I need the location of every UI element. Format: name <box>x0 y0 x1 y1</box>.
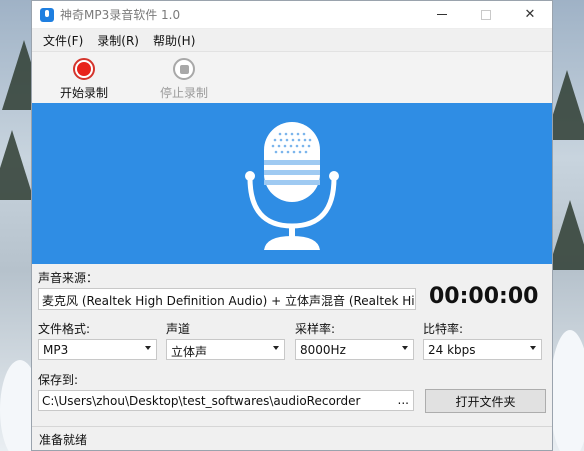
title-bar[interactable]: 神奇MP3录音软件 1.0 ✕ <box>32 1 552 29</box>
bitrate-select[interactable]: 24 kbps <box>423 339 542 360</box>
minimize-button[interactable] <box>420 1 464 29</box>
stop-icon <box>173 58 195 80</box>
menu-file[interactable]: 文件(F) <box>36 32 90 49</box>
status-bar: 准备就绪 <box>32 426 552 450</box>
format-select[interactable]: MP3 <box>38 339 157 360</box>
window-title: 神奇MP3录音软件 1.0 <box>60 8 181 22</box>
open-folder-button[interactable]: 打开文件夹 <box>425 389 546 413</box>
menu-bar: 文件(F) 录制(R) 帮助(H) <box>32 29 552 51</box>
chevron-down-icon <box>273 346 279 350</box>
status-text: 准备就绪 <box>39 433 88 447</box>
menu-record[interactable]: 录制(R) <box>90 32 146 49</box>
start-record-label: 开始录制 <box>59 86 108 100</box>
maximize-button[interactable] <box>464 1 508 29</box>
microphone-banner <box>32 103 552 264</box>
start-record-button[interactable]: 开始录制 <box>46 52 122 101</box>
source-field[interactable]: 麦克风 (Realtek High Definition Audio) + 立体… <box>38 288 416 310</box>
close-button[interactable]: ✕ <box>508 1 552 29</box>
source-label: 声音来源： <box>38 271 99 285</box>
saveto-label: 保存到: <box>38 373 79 387</box>
channel-select[interactable]: 立体声 <box>166 339 285 360</box>
window-controls: ✕ <box>420 1 552 29</box>
saveto-path-field[interactable]: C:\Users\zhou\Desktop\test_softwares\aud… <box>38 390 414 411</box>
microphone-icon <box>245 121 339 250</box>
tree-decoration <box>0 130 34 200</box>
chevron-down-icon <box>402 346 408 350</box>
browse-button[interactable]: ... <box>398 393 409 407</box>
stop-record-button[interactable]: 停止录制 <box>146 52 222 101</box>
settings-panel: 声音来源： 麦克风 (Realtek High Definition Audio… <box>32 264 552 424</box>
chevron-down-icon <box>530 346 536 350</box>
app-icon <box>40 7 54 22</box>
menu-help[interactable]: 帮助(H) <box>146 32 202 49</box>
minimize-icon <box>437 14 447 15</box>
record-timer: 00:00:00 <box>429 284 539 309</box>
stop-record-label: 停止录制 <box>159 86 208 100</box>
bitrate-value: 24 kbps <box>428 343 476 357</box>
samplerate-label: 采样率: <box>295 322 336 336</box>
bitrate-label: 比特率: <box>423 322 464 336</box>
samplerate-select[interactable]: 8000Hz <box>295 339 414 360</box>
toolbar: 开始录制 停止录制 <box>32 51 552 103</box>
format-label: 文件格式: <box>38 322 91 336</box>
close-icon: ✕ <box>524 7 536 22</box>
tree-decoration <box>548 200 584 270</box>
format-value: MP3 <box>43 343 69 357</box>
maximize-icon <box>481 9 491 20</box>
channel-value: 立体声 <box>171 345 208 359</box>
snow-decoration <box>550 330 584 451</box>
saveto-path-value: C:\Users\zhou\Desktop\test_softwares\aud… <box>42 394 361 408</box>
samplerate-value: 8000Hz <box>300 343 346 357</box>
channel-label: 声道 <box>166 322 191 336</box>
chevron-down-icon <box>145 346 151 350</box>
record-icon <box>73 58 95 80</box>
app-window: 神奇MP3录音软件 1.0 ✕ 文件(F) 录制(R) 帮助(H) 开始录制 停… <box>31 0 553 451</box>
